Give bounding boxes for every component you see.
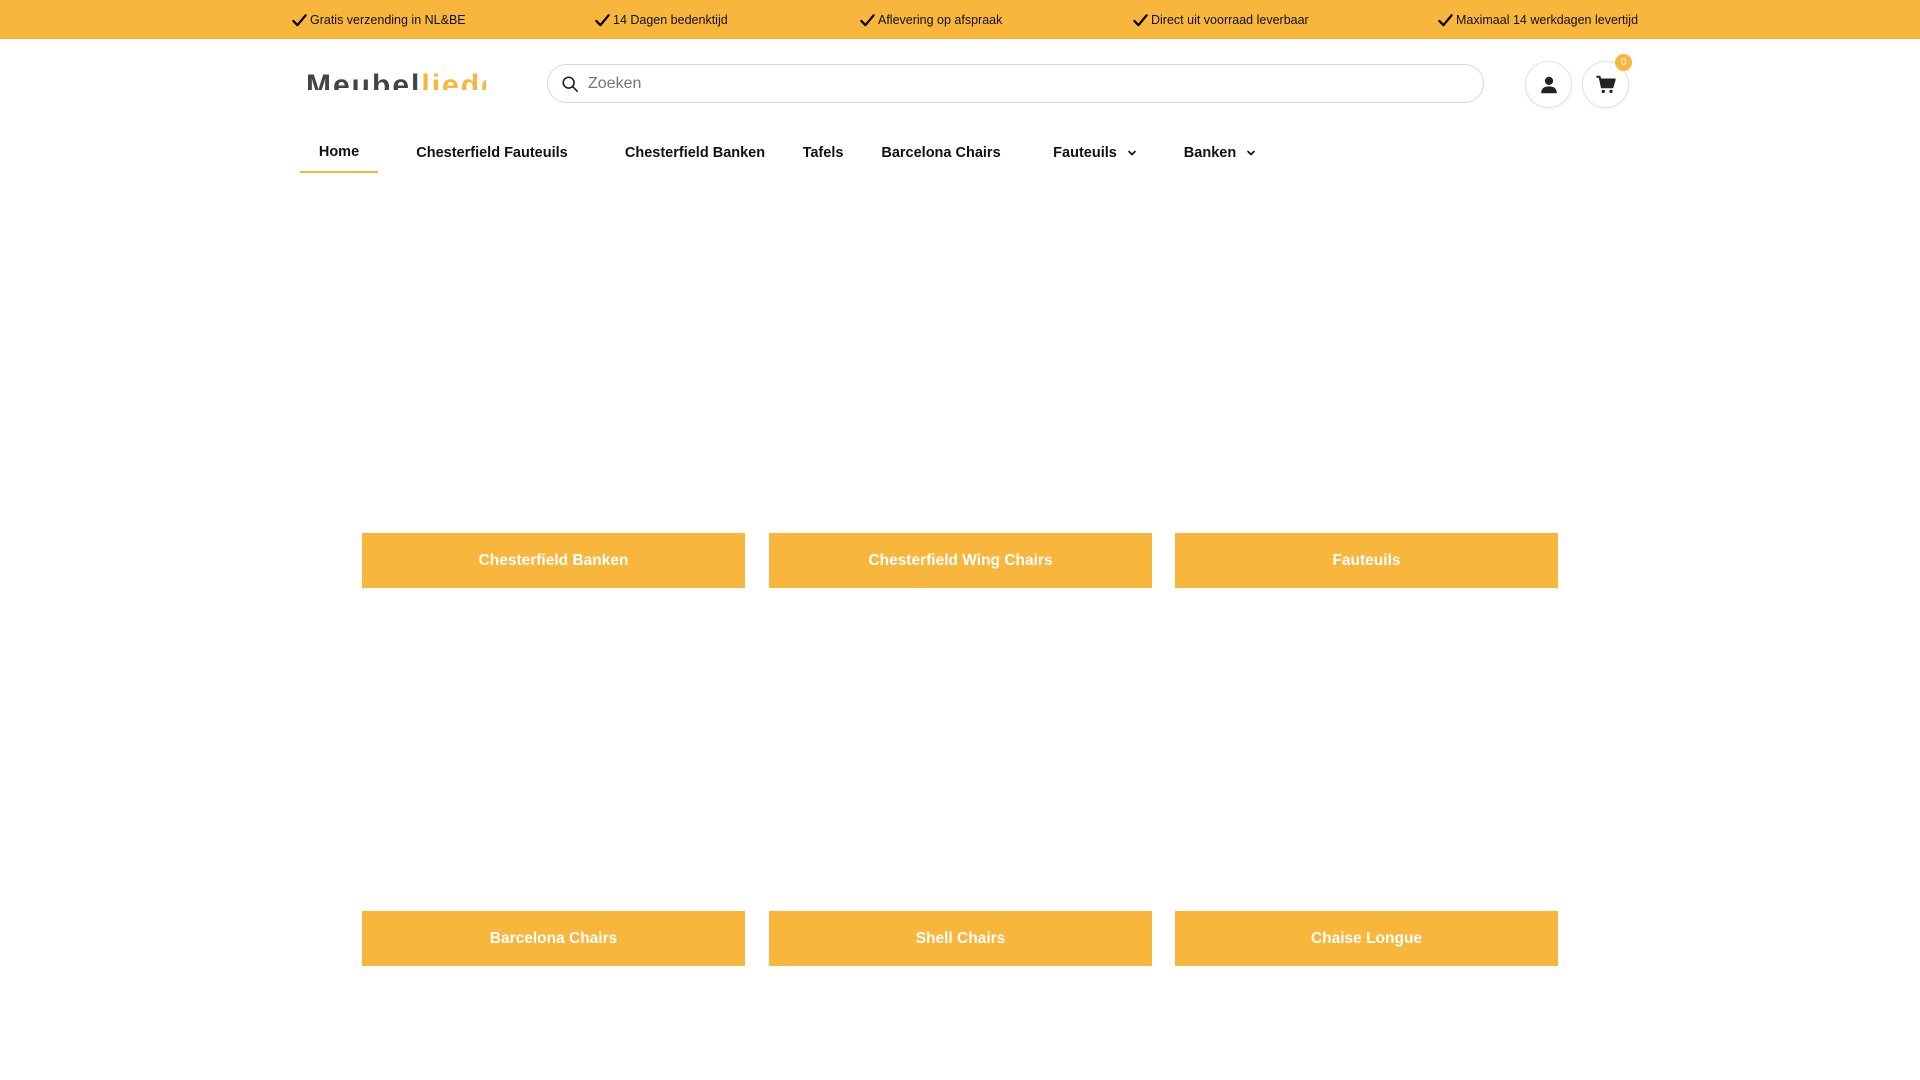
search-bar: [547, 64, 1484, 103]
usp-item: Direct uit voorraad leverbaar: [1133, 11, 1309, 29]
category-chesterfield-banken[interactable]: Chesterfield Banken: [362, 533, 745, 588]
category-fauteuils[interactable]: Fauteuils: [1175, 533, 1558, 588]
nav-item-label: Tafels: [802, 145, 844, 161]
nav-item-label: Banken: [1183, 145, 1237, 161]
cart-icon: [1595, 74, 1617, 96]
account-button[interactable]: [1525, 61, 1572, 108]
user-icon: [1538, 74, 1560, 96]
cart-count-badge: 0: [1615, 54, 1632, 71]
usp-bar: Gratis verzending in NL&BE 14 Dagen bede…: [0, 0, 1920, 39]
usp-text: Gratis verzending in NL&BE: [310, 13, 466, 27]
nav-item-barcelona-chairs[interactable]: Barcelona Chairs: [866, 133, 1016, 173]
chevron-down-icon: [1127, 148, 1137, 158]
search-icon[interactable]: [561, 75, 579, 93]
usp-text: 14 Dagen bedenktijd: [613, 13, 728, 27]
search-input[interactable]: [588, 65, 1468, 102]
category-chesterfield-wing-chairs[interactable]: Chesterfield Wing Chairs: [769, 533, 1152, 588]
usp-text: Maximaal 14 werkdagen levertijd: [1456, 13, 1639, 27]
category-barcelona-chairs[interactable]: Barcelona Chairs: [362, 911, 745, 966]
usp-item: Gratis verzending in NL&BE: [292, 11, 466, 29]
logo-wordmark: Meubellieddde: [306, 69, 486, 90]
nav-item-label: Chesterfield Banken: [624, 145, 766, 161]
nav-item-label: Fauteuils: [1053, 145, 1117, 161]
usp-text: Direct uit voorraad leverbaar: [1151, 13, 1309, 27]
nav-item-label: Home: [318, 144, 360, 160]
check-icon: [292, 13, 307, 28]
main-navigation: Home Chesterfield Fauteuils Chesterfield…: [300, 133, 1300, 173]
nav-item-label: Barcelona Chairs: [881, 145, 1001, 161]
usp-item: 14 Dagen bedenktijd: [595, 11, 728, 29]
nav-item-fauteuils[interactable]: Fauteuils: [1040, 133, 1150, 173]
check-icon: [1133, 13, 1148, 28]
check-icon: [1438, 13, 1453, 28]
chevron-down-icon: [1246, 148, 1256, 158]
category-chaise-longue[interactable]: Chaise Longue: [1175, 911, 1558, 966]
usp-item: Maximaal 14 werkdagen levertijd: [1438, 11, 1638, 29]
nav-item-chesterfield-fauteuils[interactable]: Chesterfield Fauteuils: [392, 133, 592, 173]
usp-item: Aflevering op afspraak: [860, 11, 1002, 29]
check-icon: [595, 13, 610, 28]
nav-item-home[interactable]: Home: [300, 133, 378, 173]
site-logo[interactable]: Meubellieddde: [306, 60, 486, 90]
nav-item-label: Chesterfield Fauteuils: [416, 145, 568, 161]
nav-item-tafels[interactable]: Tafels: [783, 133, 863, 173]
nav-item-banken[interactable]: Banken: [1170, 133, 1270, 173]
category-shell-chairs[interactable]: Shell Chairs: [769, 911, 1152, 966]
usp-text: Aflevering op afspraak: [878, 13, 1003, 27]
nav-item-chesterfield-banken[interactable]: Chesterfield Banken: [595, 133, 795, 173]
check-icon: [860, 13, 875, 28]
